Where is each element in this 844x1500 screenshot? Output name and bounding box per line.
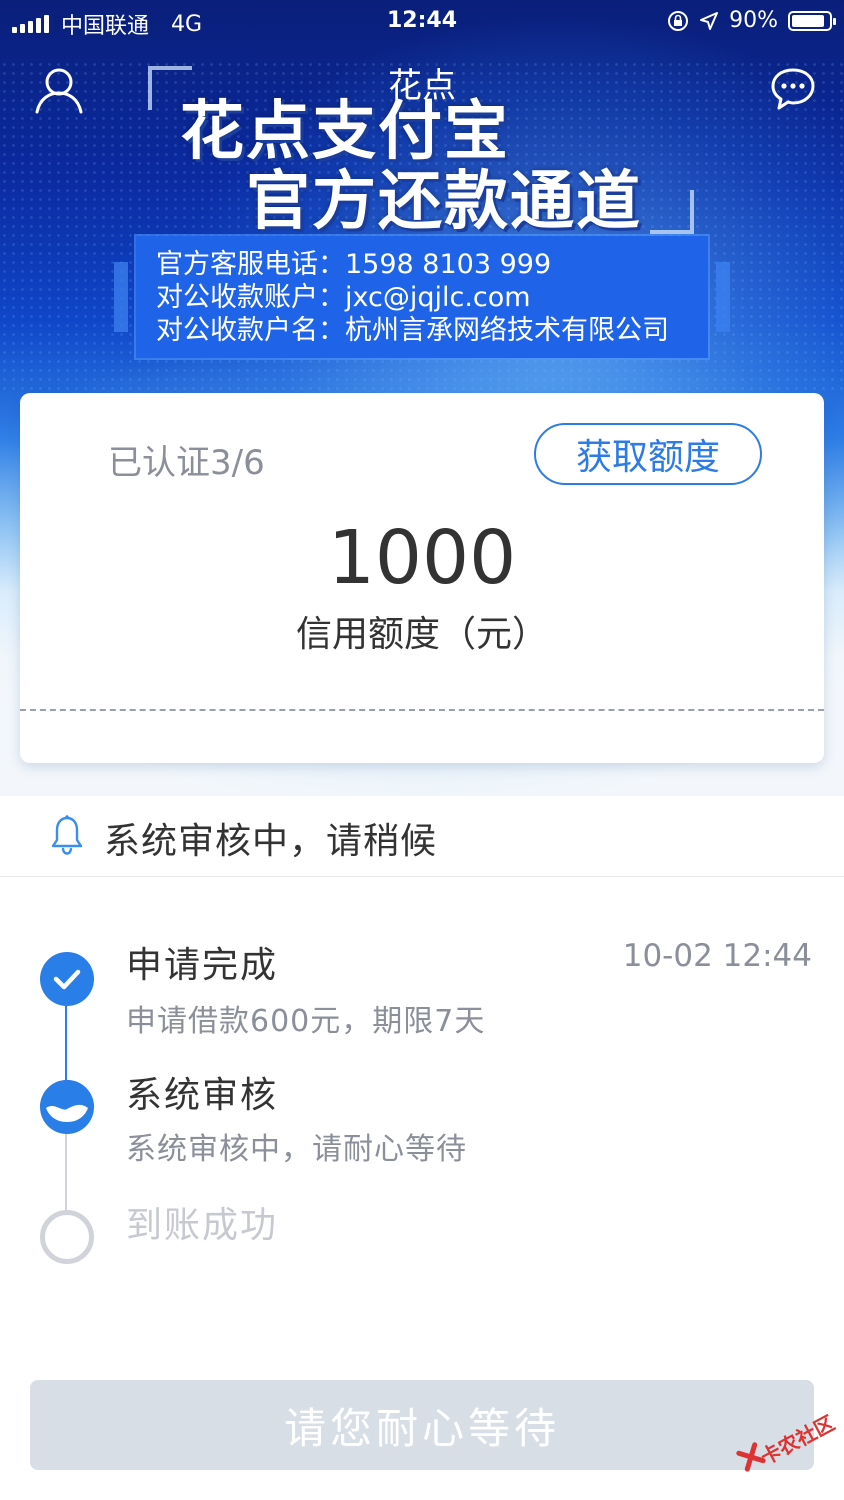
page-title: 花点 <box>388 66 456 106</box>
battery-percent: 90% <box>729 8 778 33</box>
contact-info-box: 官方客服电话：1598 8103 999 对公收款账户：jxc@jqjlc.co… <box>136 236 708 358</box>
credit-amount-label: 信用额度（元） <box>295 614 548 655</box>
status-bar: 中国联通 4G 12:44 90% <box>0 0 844 44</box>
credit-card: 已认证3/6 获取额度 1000 信用额度（元） <box>20 393 824 763</box>
progress-circle-icon <box>40 1080 94 1134</box>
timeline-connector <box>65 1006 67 1086</box>
info-box-side <box>114 262 128 332</box>
step-time: 10-02 12:44 <box>622 938 812 974</box>
review-notice-text: 系统审核中，请稍候 <box>104 821 438 862</box>
step-title: 系统审核 <box>126 1075 279 1116</box>
location-arrow-icon <box>700 11 719 30</box>
check-circle-icon <box>40 952 94 1006</box>
signal-icon <box>12 15 49 33</box>
step-title: 到账成功 <box>126 1205 279 1246</box>
carrier-label: 中国联通 <box>61 14 150 39</box>
bell-icon <box>51 815 83 855</box>
get-quota-button[interactable]: 获取额度 <box>534 423 762 485</box>
step-description: 系统审核中，请耐心等待 <box>126 1132 467 1167</box>
rotation-lock-icon <box>668 10 689 31</box>
banner-subheadline: 官方还款通道 <box>246 165 642 239</box>
verification-status: 已认证3/6 <box>108 443 265 483</box>
contact-account-name: 对公收款户名：杭州言承网络技术有限公司 <box>156 315 669 346</box>
card-divider <box>20 709 824 711</box>
credit-amount: 1000 <box>327 515 517 601</box>
contact-account: 对公收款账户：jxc@jqjlc.com <box>156 282 531 313</box>
banner-frame-corner <box>650 190 694 234</box>
review-notice: 系统审核中，请稍候 <box>0 796 844 877</box>
please-wait-button[interactable]: 请您耐心等待 <box>30 1380 814 1470</box>
contact-phone: 官方客服电话：1598 8103 999 <box>156 249 552 280</box>
empty-circle-icon <box>40 1210 94 1264</box>
step-title: 申请完成 <box>126 945 279 986</box>
timeline-connector <box>65 1134 67 1214</box>
chat-bubble-icon[interactable] <box>766 62 820 116</box>
network-label: 4G <box>171 11 203 37</box>
step-description: 申请借款600元，期限7天 <box>126 1004 486 1039</box>
info-box-side <box>716 262 730 332</box>
battery-icon <box>788 10 836 31</box>
